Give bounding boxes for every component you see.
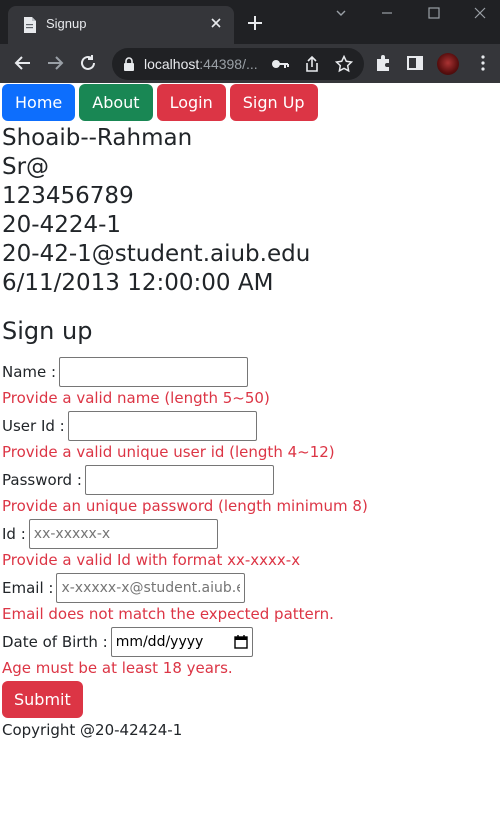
- dob-row: Date of Birth : mm/dd/yyyy: [2, 626, 498, 657]
- back-icon[interactable]: [14, 54, 32, 72]
- userid-label: User Id :: [2, 416, 65, 435]
- forward-icon[interactable]: [46, 54, 64, 72]
- dob-value: mm/dd/yyyy: [115, 633, 204, 650]
- extensions-puzzle-icon[interactable]: [374, 54, 392, 72]
- id-row: Id :: [2, 518, 498, 549]
- address-bar[interactable]: localhost:44398/...: [112, 48, 364, 80]
- about-button[interactable]: About: [79, 84, 153, 121]
- share-icon[interactable]: [303, 55, 321, 73]
- profile-info: Shoaib--Rahman Sr@ 123456789 20-4224-1 2…: [2, 124, 498, 298]
- tab-search-icon[interactable]: [334, 6, 348, 20]
- password-input[interactable]: [84, 464, 274, 495]
- profile-dob: 6/11/2013 12:00:00 AM: [2, 270, 274, 296]
- side-panel-icon[interactable]: [406, 54, 424, 72]
- profile-username: Sr@: [2, 154, 50, 180]
- signup-form: Name : Provide a valid name (length 5~50…: [2, 356, 498, 718]
- email-row: Email :: [2, 572, 498, 603]
- id-label: Id :: [2, 524, 26, 543]
- submit-button[interactable]: Submit: [2, 681, 83, 718]
- browser-tab-bar: Signup: [0, 0, 500, 44]
- form-title: Sign up: [2, 317, 93, 345]
- close-tab-icon[interactable]: [208, 15, 224, 31]
- menu-kebab-icon[interactable]: [474, 54, 492, 72]
- profile-name: Shoaib--Rahman: [2, 125, 193, 151]
- signup-button[interactable]: Sign Up: [229, 84, 318, 121]
- email-input[interactable]: [56, 572, 246, 603]
- profile-email: 20-42-1@student.aiub.edu: [2, 241, 311, 267]
- dob-error: Age must be at least 18 years.: [2, 659, 233, 677]
- name-error: Provide a valid name (length 5~50): [2, 389, 270, 407]
- url-text[interactable]: localhost:44398/...: [144, 56, 258, 72]
- browser-toolbar: localhost:44398/...: [0, 44, 500, 83]
- new-tab-icon[interactable]: [246, 14, 264, 32]
- name-input[interactable]: [59, 356, 249, 387]
- page-icon: [24, 17, 36, 33]
- copyright-text: Copyright @20-42424-1: [2, 721, 183, 739]
- profile-id: 20-4224-1: [2, 212, 122, 238]
- tab-title: Signup: [46, 16, 87, 31]
- url-host: localhost: [144, 56, 200, 72]
- email-label: Email :: [2, 578, 54, 597]
- home-button[interactable]: Home: [2, 84, 76, 121]
- dob-input[interactable]: mm/dd/yyyy: [110, 626, 253, 657]
- reload-icon[interactable]: [79, 54, 97, 72]
- login-button[interactable]: Login: [156, 84, 226, 121]
- key-icon[interactable]: [271, 56, 289, 72]
- name-label: Name :: [2, 362, 57, 381]
- url-path: :44398/...: [199, 56, 258, 72]
- id-input[interactable]: [28, 518, 218, 549]
- lock-icon[interactable]: [122, 56, 136, 72]
- userid-input[interactable]: [67, 410, 257, 441]
- browser-tab[interactable]: Signup: [8, 6, 234, 44]
- minimize-icon[interactable]: [380, 6, 394, 20]
- profile-avatar[interactable]: [437, 53, 459, 75]
- bookmark-star-icon[interactable]: [335, 55, 353, 73]
- name-row: Name :: [2, 356, 498, 387]
- window-close-icon[interactable]: [473, 6, 487, 20]
- dob-label: Date of Birth :: [2, 632, 108, 651]
- profile-password: 123456789: [2, 183, 134, 209]
- userid-error: Provide a valid unique user id (length 4…: [2, 443, 335, 461]
- password-error: Provide an unique password (length minim…: [2, 497, 368, 515]
- userid-row: User Id :: [2, 410, 498, 441]
- page-content: Home About Login Sign Up Shoaib--Rahman …: [0, 83, 500, 739]
- calendar-icon[interactable]: [233, 634, 248, 649]
- id-error: Provide a valid Id with format xx-xxxx-x: [2, 551, 301, 569]
- password-label: Password :: [2, 470, 82, 489]
- maximize-icon[interactable]: [427, 6, 441, 20]
- top-navigation: Home About Login Sign Up: [2, 83, 498, 121]
- email-error: Email does not match the expected patter…: [2, 605, 334, 623]
- password-row: Password :: [2, 464, 498, 495]
